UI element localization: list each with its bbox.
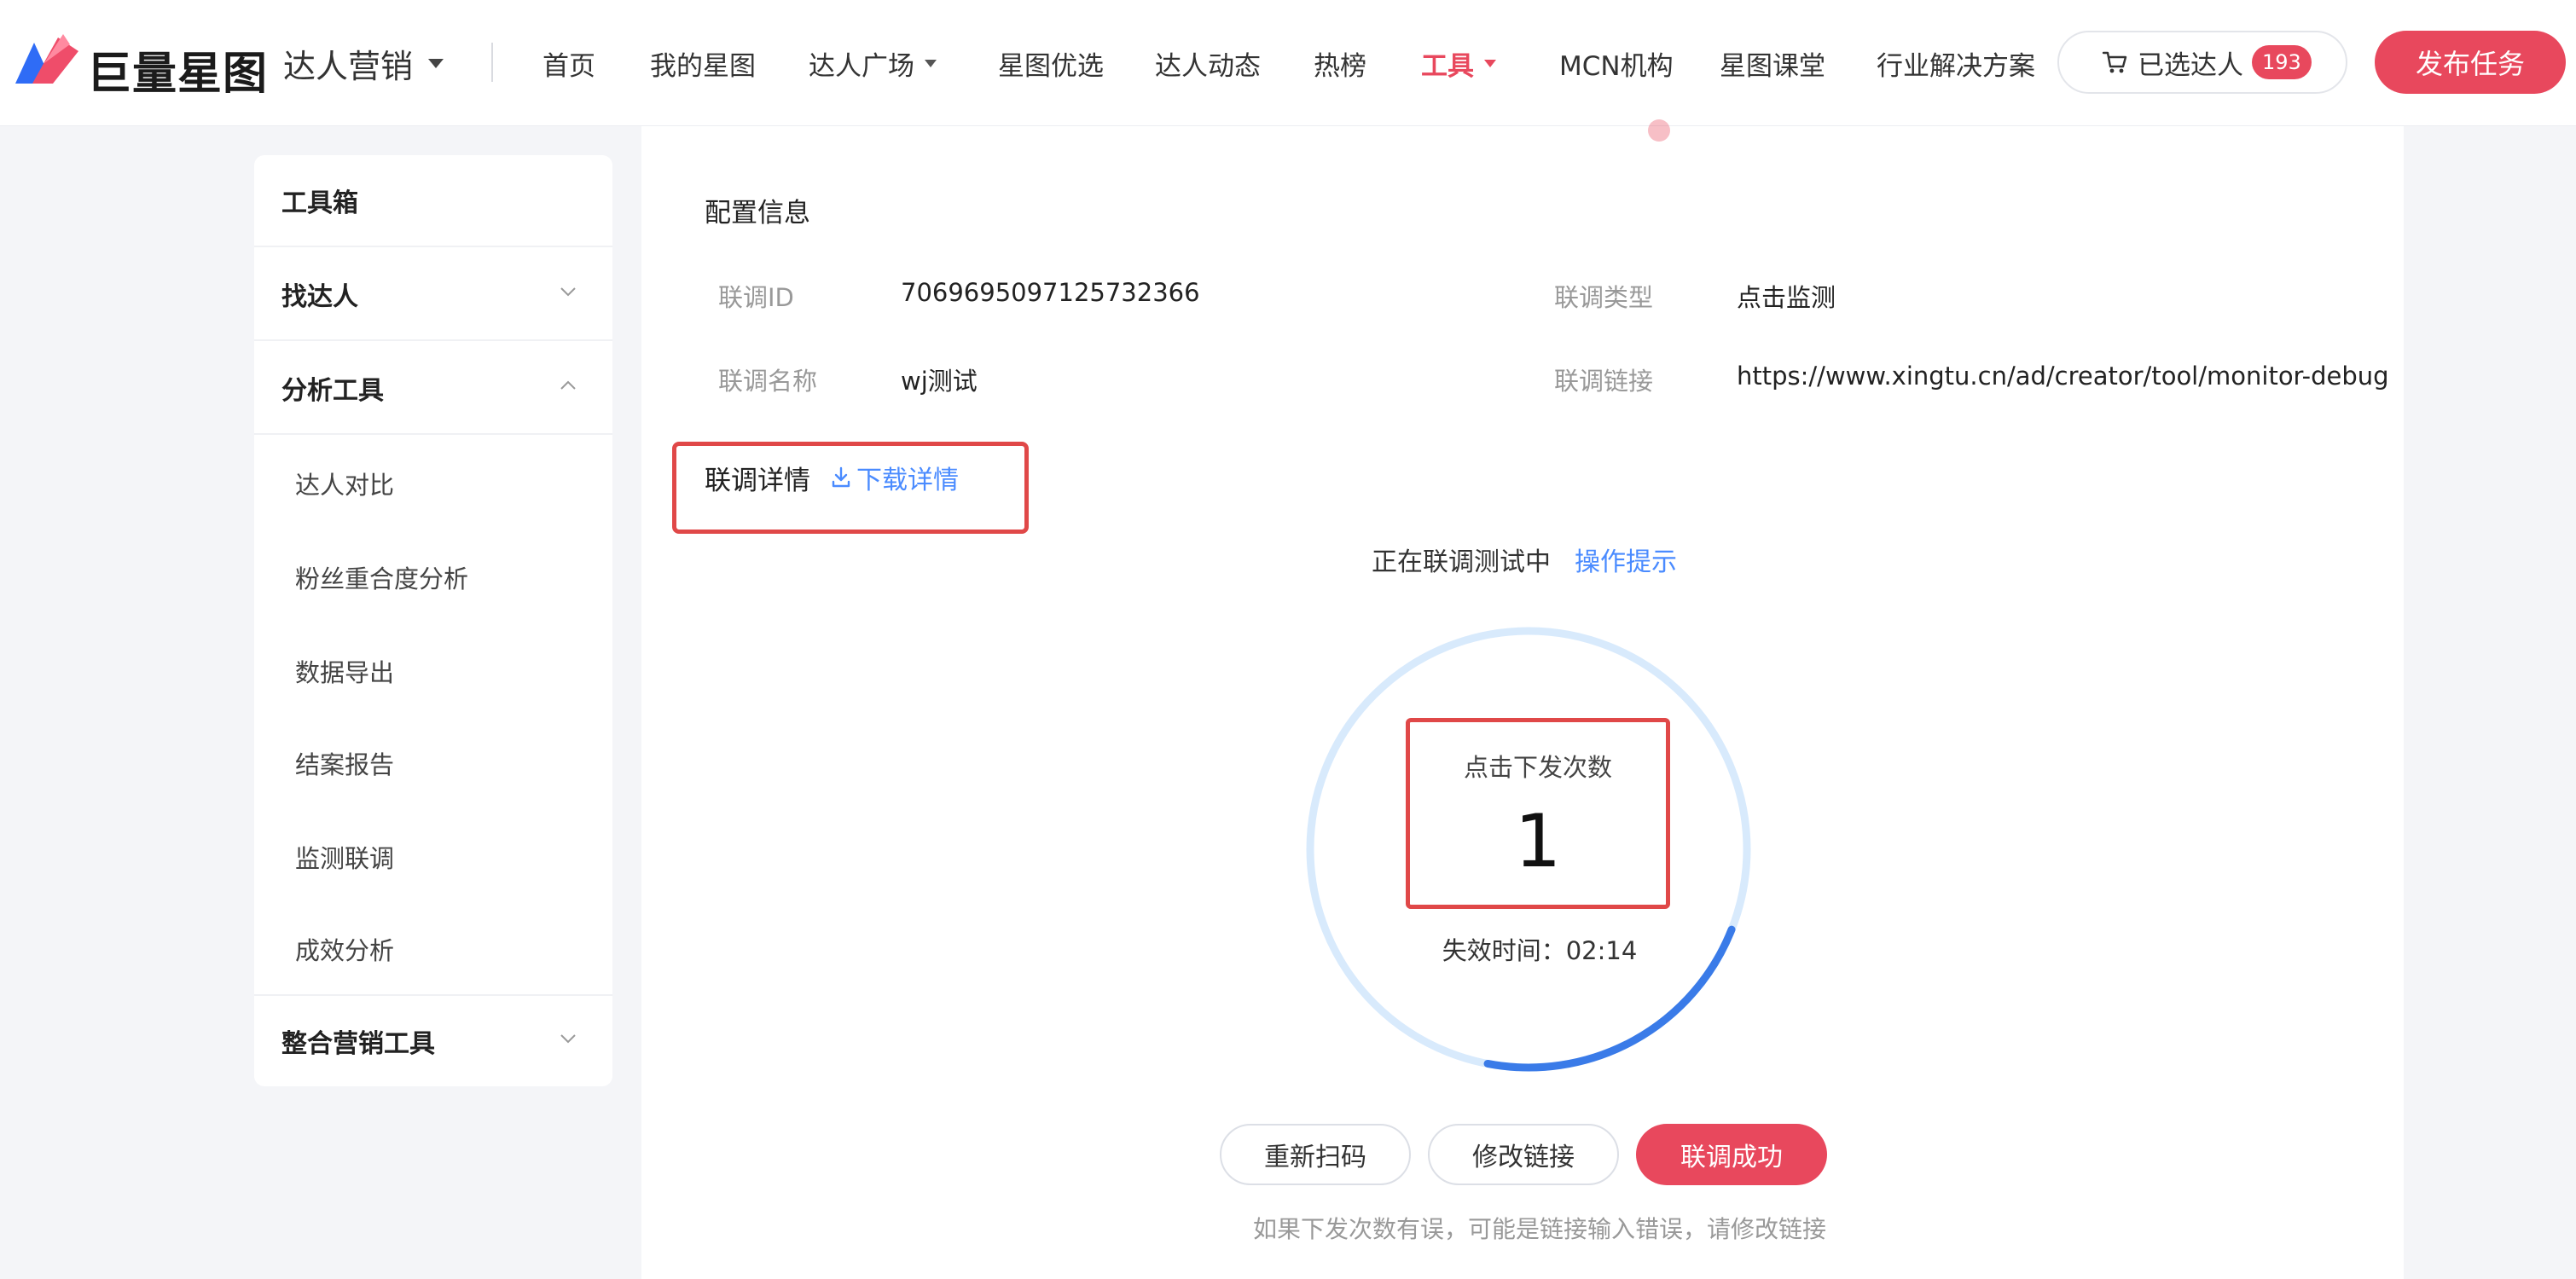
nav-my-xingtu[interactable]: 我的星图 bbox=[650, 44, 756, 82]
nav-xingtu-select[interactable]: 星图优选 bbox=[998, 44, 1104, 82]
nav-label: 星图课堂 bbox=[1720, 50, 1825, 82]
sidebar-heading: 工具箱 bbox=[281, 188, 358, 218]
sidebar-item-monitor-debug[interactable]: 监测联调 bbox=[254, 810, 612, 904]
caret-down-icon bbox=[925, 59, 937, 67]
brand-menu-dropdown[interactable]: 达人营销 bbox=[283, 39, 444, 87]
operation-tips-link[interactable]: 操作提示 bbox=[1575, 541, 1677, 578]
caret-down-icon bbox=[1484, 59, 1496, 67]
nav-label: 达人动态 bbox=[1155, 50, 1261, 82]
debug-type-value: 点击监测 bbox=[1737, 283, 1836, 312]
cart-count-badge: 193 bbox=[2252, 45, 2312, 79]
download-detail-label: 下载详情 bbox=[856, 466, 959, 495]
sidebar-find-talent[interactable]: 找达人 bbox=[254, 249, 612, 341]
nav-tools[interactable]: 工具 bbox=[1421, 44, 1496, 82]
step-indicator-dot bbox=[1648, 119, 1670, 142]
debug-id-label: 联调ID bbox=[718, 283, 794, 312]
sidebar-item-fan-overlap[interactable]: 粉丝重合度分析 bbox=[254, 530, 612, 624]
debug-name-label: 联调名称 bbox=[718, 367, 818, 396]
expire-time-text: 失效时间：02:14 bbox=[1442, 936, 1638, 965]
debug-success-button[interactable]: 联调成功 bbox=[1636, 1124, 1827, 1185]
nav-mcn[interactable]: MCN机构 bbox=[1559, 44, 1674, 82]
rescan-button[interactable]: 重新扫码 bbox=[1220, 1124, 1411, 1185]
nav-hot-list[interactable]: 热榜 bbox=[1314, 44, 1366, 82]
sidebar-heading: 找达人 bbox=[281, 282, 358, 312]
sidebar-item-label: 达人对比 bbox=[295, 471, 395, 500]
publish-task-button[interactable]: 发布任务 bbox=[2375, 31, 2566, 94]
sidebar-heading: 整合营销工具 bbox=[281, 1029, 435, 1059]
sidebar-toolbox[interactable]: 工具箱 bbox=[254, 155, 612, 247]
nav-talent-square[interactable]: 达人广场 bbox=[809, 44, 937, 82]
sidebar-item-label: 数据导出 bbox=[295, 658, 395, 687]
nav-label: 热榜 bbox=[1314, 50, 1366, 82]
sidebar-item-label: 粉丝重合度分析 bbox=[295, 564, 469, 593]
chevron-down-icon bbox=[560, 1034, 576, 1044]
nav-label: 工具 bbox=[1421, 50, 1474, 82]
nav-label: MCN机构 bbox=[1559, 50, 1674, 82]
shopping-cart-icon bbox=[2102, 51, 2127, 73]
sidebar-item-label: 成效分析 bbox=[295, 936, 395, 965]
nav-label: 行业解决方案 bbox=[1877, 50, 2035, 82]
nav-label: 我的星图 bbox=[650, 50, 756, 82]
nav-label: 星图优选 bbox=[998, 50, 1104, 82]
download-icon bbox=[832, 466, 850, 488]
sidebar-analysis-tools[interactable]: 分析工具 bbox=[254, 343, 612, 435]
tools-sidebar: 工具箱 找达人 分析工具 达人对比 粉丝重合度分析 数据导出 结案报告 监测联调… bbox=[254, 155, 612, 1086]
modify-link-button[interactable]: 修改链接 bbox=[1428, 1124, 1619, 1185]
nav-home[interactable]: 首页 bbox=[542, 44, 595, 82]
monitor-debug-panel: 配置信息 联调ID 7069695097125732366 联调类型 点击监测 … bbox=[641, 119, 2404, 1279]
click-count-value: 1 bbox=[1514, 799, 1562, 884]
top-navigation-bar: 巨量星图 达人营销 首页 我的星图 达人广场 星图优选 达人动态 热榜 工具 M… bbox=[0, 0, 2576, 126]
sidebar-item-talent-compare[interactable]: 达人对比 bbox=[254, 437, 612, 530]
nav-classroom[interactable]: 星图课堂 bbox=[1720, 44, 1825, 82]
debug-name-value: wj测试 bbox=[901, 367, 978, 396]
sidebar-item-final-report[interactable]: 结案报告 bbox=[254, 716, 612, 810]
click-count-box: 点击下发次数 1 bbox=[1406, 718, 1670, 909]
debug-id-value: 7069695097125732366 bbox=[901, 278, 1200, 307]
nav-divider bbox=[491, 43, 493, 82]
cart-label: 已选达人 bbox=[2138, 49, 2243, 81]
caret-down-icon bbox=[428, 58, 444, 68]
nav-label: 达人广场 bbox=[809, 50, 914, 82]
debug-link-label: 联调链接 bbox=[1554, 367, 1654, 396]
chevron-down-icon bbox=[560, 287, 576, 297]
logo-text: 巨量星图 bbox=[87, 49, 269, 100]
click-count-label: 点击下发次数 bbox=[1463, 753, 1612, 782]
count-error-hint: 如果下发次数有误，可能是链接输入错误，请修改链接 bbox=[1252, 1215, 1826, 1243]
brand-logo[interactable]: 巨量星图 bbox=[15, 32, 267, 100]
download-detail-link[interactable]: 下载详情 bbox=[831, 459, 959, 496]
sidebar-heading: 分析工具 bbox=[281, 376, 384, 406]
nav-industry-solutions[interactable]: 行业解决方案 bbox=[1877, 44, 2035, 82]
sidebar-integrated-marketing[interactable]: 整合营销工具 bbox=[254, 994, 612, 1086]
debug-link-value: https://www.xingtu.cn/ad/creator/tool/mo… bbox=[1737, 362, 2389, 391]
selected-talents-button[interactable]: 已选达人 193 bbox=[2057, 31, 2347, 94]
sidebar-item-effect-analysis[interactable]: 成效分析 bbox=[254, 902, 612, 996]
config-section-title: 配置信息 bbox=[705, 198, 810, 229]
debug-type-label: 联调类型 bbox=[1554, 283, 1654, 312]
chevron-up-icon bbox=[560, 380, 576, 390]
logo-mark-icon bbox=[15, 34, 78, 84]
brand-menu-label: 达人营销 bbox=[283, 47, 414, 85]
nav-talent-feed[interactable]: 达人动态 bbox=[1155, 44, 1261, 82]
sidebar-item-label: 监测联调 bbox=[295, 844, 395, 873]
debug-status-text: 正在联调测试中 bbox=[1372, 547, 1551, 577]
sidebar-item-data-export[interactable]: 数据导出 bbox=[254, 624, 612, 718]
sidebar-item-label: 结案报告 bbox=[295, 750, 395, 779]
debug-detail-title: 联调详情 bbox=[705, 466, 810, 496]
nav-label: 首页 bbox=[542, 50, 595, 82]
